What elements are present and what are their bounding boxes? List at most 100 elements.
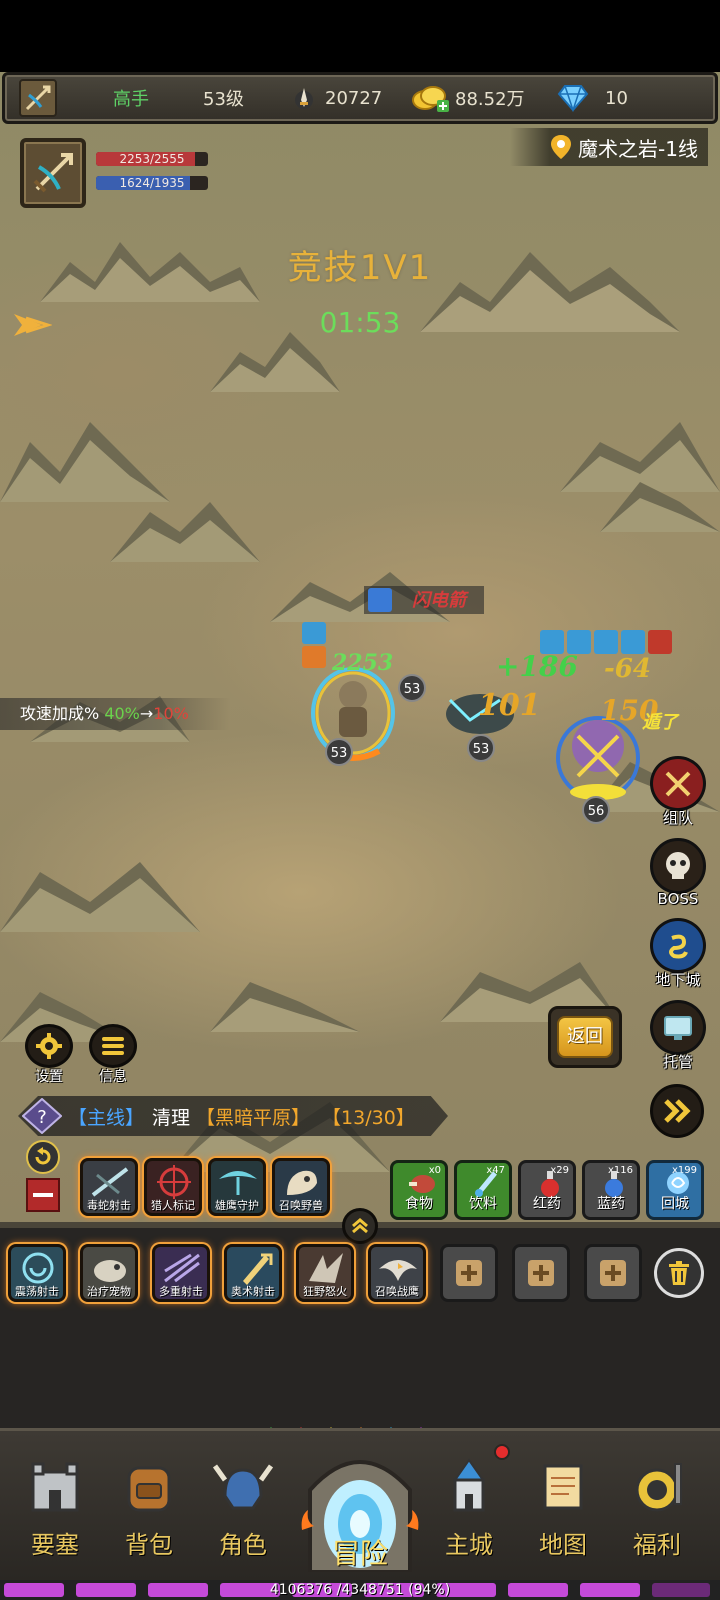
plus-icon <box>600 1260 626 1286</box>
expand-button[interactable] <box>342 1208 378 1244</box>
skill-slot[interactable]: 多重射击 <box>152 1244 210 1302</box>
auto-button[interactable]: 托管 <box>648 1000 708 1072</box>
hp-bar: 2253/2555 <box>96 152 208 166</box>
menu-icon <box>89 1024 137 1068</box>
nav-welfare[interactable]: 福利 <box>614 1453 700 1571</box>
item-label: 蓝药 <box>597 1196 625 1212</box>
skill-slot[interactable]: 狂野怒火 <box>296 1244 354 1302</box>
player-level: 53级 <box>203 89 244 110</box>
quest-tracker[interactable]: 【主线】 清理 【黑暗平原】 【13/30】 <box>18 1096 448 1136</box>
empty-skill-slot[interactable] <box>440 1244 498 1302</box>
location-label[interactable]: 魔术之岩-1线 <box>510 128 708 166</box>
top-status-bar: 高手 53级 20727 88.52万 10 <box>2 72 718 124</box>
viper-shot-icon <box>91 1167 129 1197</box>
team-button[interactable]: 组队 <box>648 756 708 828</box>
skill-label: 多重射击 <box>159 1285 203 1298</box>
quest-progress: 【13/30】 <box>322 1106 415 1129</box>
item-slot-blue-potion[interactable]: x116 蓝药 <box>582 1160 640 1220</box>
skill-label: 猎人标记 <box>151 1199 195 1212</box>
buff-label: 攻速加成% <box>20 704 100 723</box>
eagle-guard-icon <box>219 1171 257 1195</box>
diamond-icon[interactable] <box>555 84 591 112</box>
buff-arrow: → <box>139 704 154 723</box>
boss-button[interactable]: BOSS <box>648 838 708 910</box>
quest-action: 清理 <box>152 1106 191 1129</box>
skill-cast-name: 闪电箭 <box>412 590 466 611</box>
item-label: 食物 <box>405 1196 433 1212</box>
swap-skills-button[interactable] <box>26 1140 60 1174</box>
item-label: 红药 <box>533 1196 561 1212</box>
buff-icon <box>621 630 645 654</box>
nav-adventure[interactable]: 冒险 <box>296 1440 424 1590</box>
location-pin-icon <box>551 135 572 159</box>
skill-label: 奥术射击 <box>231 1285 275 1298</box>
level-badge: 53 <box>398 674 426 702</box>
skill-slot[interactable]: 召唤战鹰 <box>368 1244 426 1302</box>
auto-label: 托管 <box>662 1053 693 1071</box>
nav-main-city[interactable]: 主城 <box>426 1453 512 1571</box>
gift-bag-icon <box>624 1453 690 1519</box>
skill-slot[interactable]: 震荡射击 <box>8 1244 66 1302</box>
player-portrait[interactable] <box>20 138 86 208</box>
fast-forward-button[interactable] <box>650 1084 704 1146</box>
crossbow-icon <box>33 153 73 193</box>
rock-mound <box>110 482 260 572</box>
nav-label: 冒险 <box>331 1537 388 1570</box>
multi-shot-icon <box>164 1253 200 1283</box>
settings-label: 设置 <box>35 1069 63 1085</box>
empty-skill-slot[interactable] <box>512 1244 570 1302</box>
summon-beast-icon <box>287 1170 317 1195</box>
class-avatar-icon[interactable] <box>19 79 57 117</box>
skill-label: 震荡射击 <box>15 1285 59 1298</box>
xp-bar: 4106376 /4348751 (94%) <box>0 1580 720 1600</box>
nav-backpack[interactable]: 背包 <box>106 1453 192 1571</box>
mp-text: 1624/1935 <box>119 176 185 190</box>
settings-button[interactable]: 设置 <box>24 1024 74 1086</box>
status-bar-area <box>0 0 720 72</box>
skill-slot[interactable]: 毒蛇射击 <box>80 1158 138 1216</box>
notification-dot <box>494 1444 510 1460</box>
level-badge: 53 <box>325 738 353 766</box>
return-button[interactable]: 返回 <box>548 1006 622 1068</box>
auto-play-icon <box>650 1000 706 1055</box>
skill-label: 毒蛇射击 <box>87 1199 131 1212</box>
skill-slot[interactable]: 治疗宠物 <box>80 1244 138 1302</box>
level-badge: 53 <box>467 734 495 762</box>
buff-icon <box>302 622 326 644</box>
item-slot-red-potion[interactable]: x29 红药 <box>518 1160 576 1220</box>
attack-speed-buff: 攻速加成% 40%→10% <box>0 698 230 730</box>
lightning-arrow-icon <box>368 588 392 612</box>
item-slot-drink[interactable]: x47 饮料 <box>454 1160 512 1220</box>
power-icon <box>295 88 313 109</box>
dungeon-button[interactable]: 地下城 <box>648 918 708 990</box>
collapse-button[interactable] <box>26 1178 60 1212</box>
skill-slot[interactable]: 猎人标记 <box>144 1158 202 1216</box>
buff-icon <box>594 630 618 654</box>
arena-title: 竞技1V1 <box>287 248 433 288</box>
nav-label: 福利 <box>633 1531 681 1559</box>
question-icon[interactable]: ? <box>22 1098 62 1134</box>
skill-slot[interactable]: 雄鹰守护 <box>208 1158 266 1216</box>
skill-label: 狂野怒火 <box>303 1285 347 1298</box>
direction-arrow-icon[interactable] <box>12 310 52 340</box>
item-label: 饮料 <box>469 1196 497 1212</box>
gear-icon <box>25 1024 73 1068</box>
item-slot-food[interactable]: x0 食物 <box>390 1160 448 1220</box>
info-button[interactable]: 信息 <box>88 1024 138 1086</box>
skill-label: 治疗宠物 <box>87 1285 131 1298</box>
skill-slot[interactable]: 召唤野兽 <box>272 1158 330 1216</box>
item-slot-return-scroll[interactable]: x199 回城 <box>646 1160 704 1220</box>
item-label: 回城 <box>661 1196 689 1212</box>
minus-icon <box>33 1193 53 1197</box>
nav-character[interactable]: 角色 <box>200 1453 286 1571</box>
trash-button[interactable] <box>654 1248 704 1298</box>
skill-slot[interactable]: 奥术射击 <box>224 1244 282 1302</box>
dungeon-label: 地下城 <box>655 971 701 989</box>
diamond-value: 10 <box>605 87 628 109</box>
nav-map[interactable]: 地图 <box>520 1453 606 1571</box>
empty-skill-slot[interactable] <box>584 1244 642 1302</box>
nav-fortress[interactable]: 要塞 <box>12 1453 98 1571</box>
rock-mound <box>210 952 360 1042</box>
gold-icon[interactable] <box>411 84 449 112</box>
nav-label: 地图 <box>539 1531 587 1559</box>
